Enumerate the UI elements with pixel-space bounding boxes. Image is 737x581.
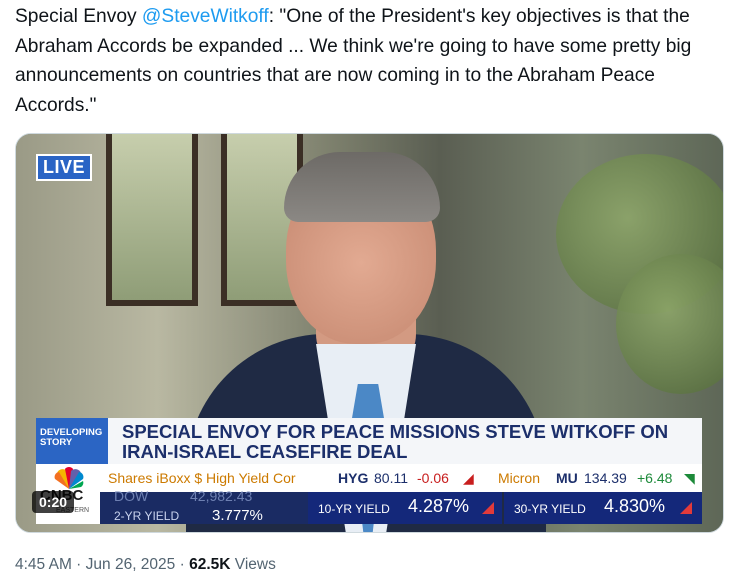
mention-link[interactable]: @SteveWitkoff <box>142 6 269 27</box>
yield2-value: 3.777% <box>212 507 263 524</box>
chyron-headline: SPECIAL ENVOY FOR PEACE MISSIONS STEVE W… <box>108 418 702 464</box>
yield-label: 10-YR YIELD <box>318 502 390 516</box>
index-ticker: DOW 42,982.43 2-YR YIELD 3.777% <box>100 488 308 524</box>
live-badge: LIVE <box>36 154 93 181</box>
tweet-date[interactable]: Jun 26, 2025 <box>86 556 176 573</box>
tweet-meta: 4:45 AM · Jun 26, 2025 · 62.5K Views <box>15 556 276 574</box>
ticker-change: -0.06 <box>417 470 449 486</box>
tweet-time[interactable]: 4:45 AM <box>15 556 72 573</box>
yield-10yr: 10-YR YIELD 4.287% <box>308 492 502 524</box>
views-count: 62.5K <box>189 556 231 573</box>
video-player[interactable]: LIVE DEVELOPING STORY SPECIAL ENVOY FOR … <box>15 133 724 533</box>
down-arrow-icon <box>482 502 494 514</box>
ticker-price: 134.39 <box>584 470 627 486</box>
yield2-label: 2-YR YIELD <box>114 509 180 523</box>
video-time-badge: 0:20 <box>32 491 75 513</box>
up-arrow-icon: ◥ <box>684 470 695 486</box>
tweet-prefix: Special Envoy <box>15 6 142 27</box>
ticker-price: 80.11 <box>374 470 408 486</box>
yield-30yr: 30-YR YIELD 4.830% <box>504 492 702 524</box>
yield-value: 4.287% <box>408 496 470 516</box>
down-arrow-icon <box>680 502 692 514</box>
tweet-text: Special Envoy @SteveWitkoff: "One of the… <box>15 2 727 120</box>
peacock-icon <box>54 467 84 489</box>
views-label: Views <box>230 556 276 573</box>
meta-separator: · <box>175 556 190 573</box>
meta-separator: · <box>71 556 86 573</box>
yield-value: 4.830% <box>604 496 666 516</box>
ticker-symbol: HYG <box>338 470 369 486</box>
ticker-item-name: Micron <box>498 470 541 486</box>
ticker-change: +6.48 <box>637 470 673 486</box>
down-arrow-icon: ◢ <box>463 470 474 486</box>
dow-label: DOW <box>114 488 149 504</box>
yield-label: 30-YR YIELD <box>514 502 586 516</box>
developing-story-tag: DEVELOPING STORY <box>36 418 108 464</box>
dow-value: 42,982.43 <box>190 488 253 504</box>
ticker-symbol: MU <box>556 470 578 486</box>
